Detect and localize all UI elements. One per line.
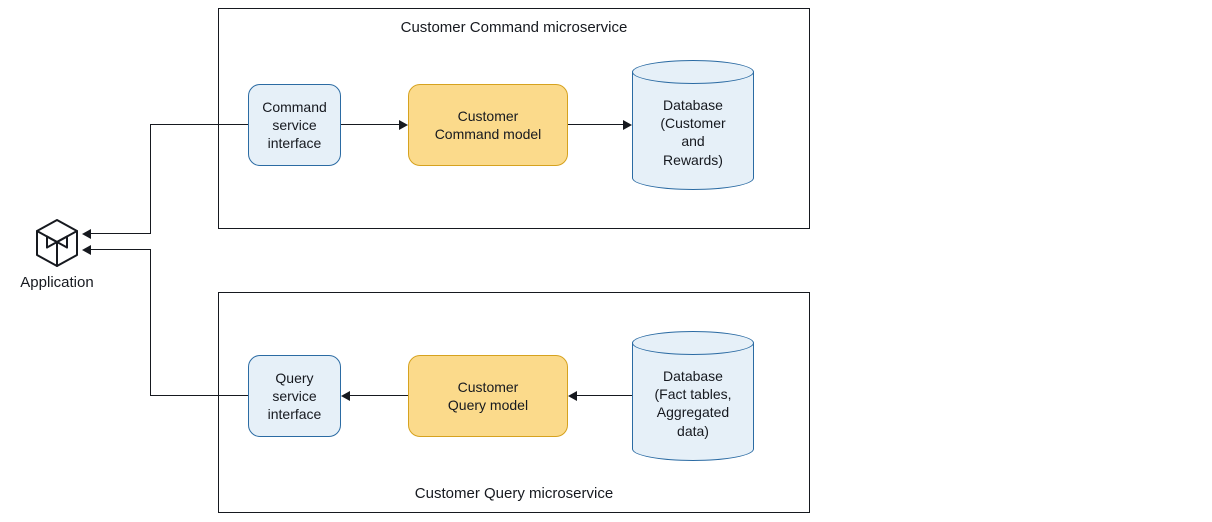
connector-app-query-h2: [150, 395, 248, 396]
arrow-query-db-to-model: [577, 395, 632, 396]
arrow-cmd-interface-to-model: [341, 124, 399, 125]
arrow-head-icon: [341, 391, 350, 401]
query-service-interface: Query service interface: [248, 355, 341, 437]
query-service-interface-label: Query service interface: [268, 369, 322, 424]
arrow-cmd-model-to-db: [568, 124, 623, 125]
customer-command-model-label: Customer Command model: [435, 107, 542, 143]
query-database-label: Database (Fact tables, Aggregated data): [632, 367, 754, 440]
application-icon: [33, 218, 81, 268]
customer-command-model: Customer Command model: [408, 84, 568, 166]
arrow-head-icon: [82, 245, 91, 255]
command-database: Database (Customer and Rewards): [632, 60, 754, 190]
arrow-head-icon: [623, 120, 632, 130]
customer-query-model-label: Customer Query model: [448, 378, 528, 414]
query-microservice-title: Customer Query microservice: [219, 485, 809, 502]
command-service-interface: Command service interface: [248, 84, 341, 166]
arrow-head-icon: [82, 229, 91, 239]
command-database-label: Database (Customer and Rewards): [632, 96, 754, 169]
command-service-interface-label: Command service interface: [262, 98, 327, 153]
connector-app-command-v: [150, 124, 151, 234]
arrow-head-icon: [568, 391, 577, 401]
query-database: Database (Fact tables, Aggregated data): [632, 331, 754, 461]
arrow-query-model-to-interface: [350, 395, 408, 396]
connector-app-command-h1: [91, 233, 151, 234]
arrow-head-icon: [399, 120, 408, 130]
connector-app-command-h2: [150, 124, 248, 125]
connector-app-query-h1: [91, 249, 151, 250]
command-microservice-title: Customer Command microservice: [219, 19, 809, 36]
customer-query-model: Customer Query model: [408, 355, 568, 437]
application-label: Application: [10, 274, 104, 291]
connector-app-query-v: [150, 249, 151, 396]
